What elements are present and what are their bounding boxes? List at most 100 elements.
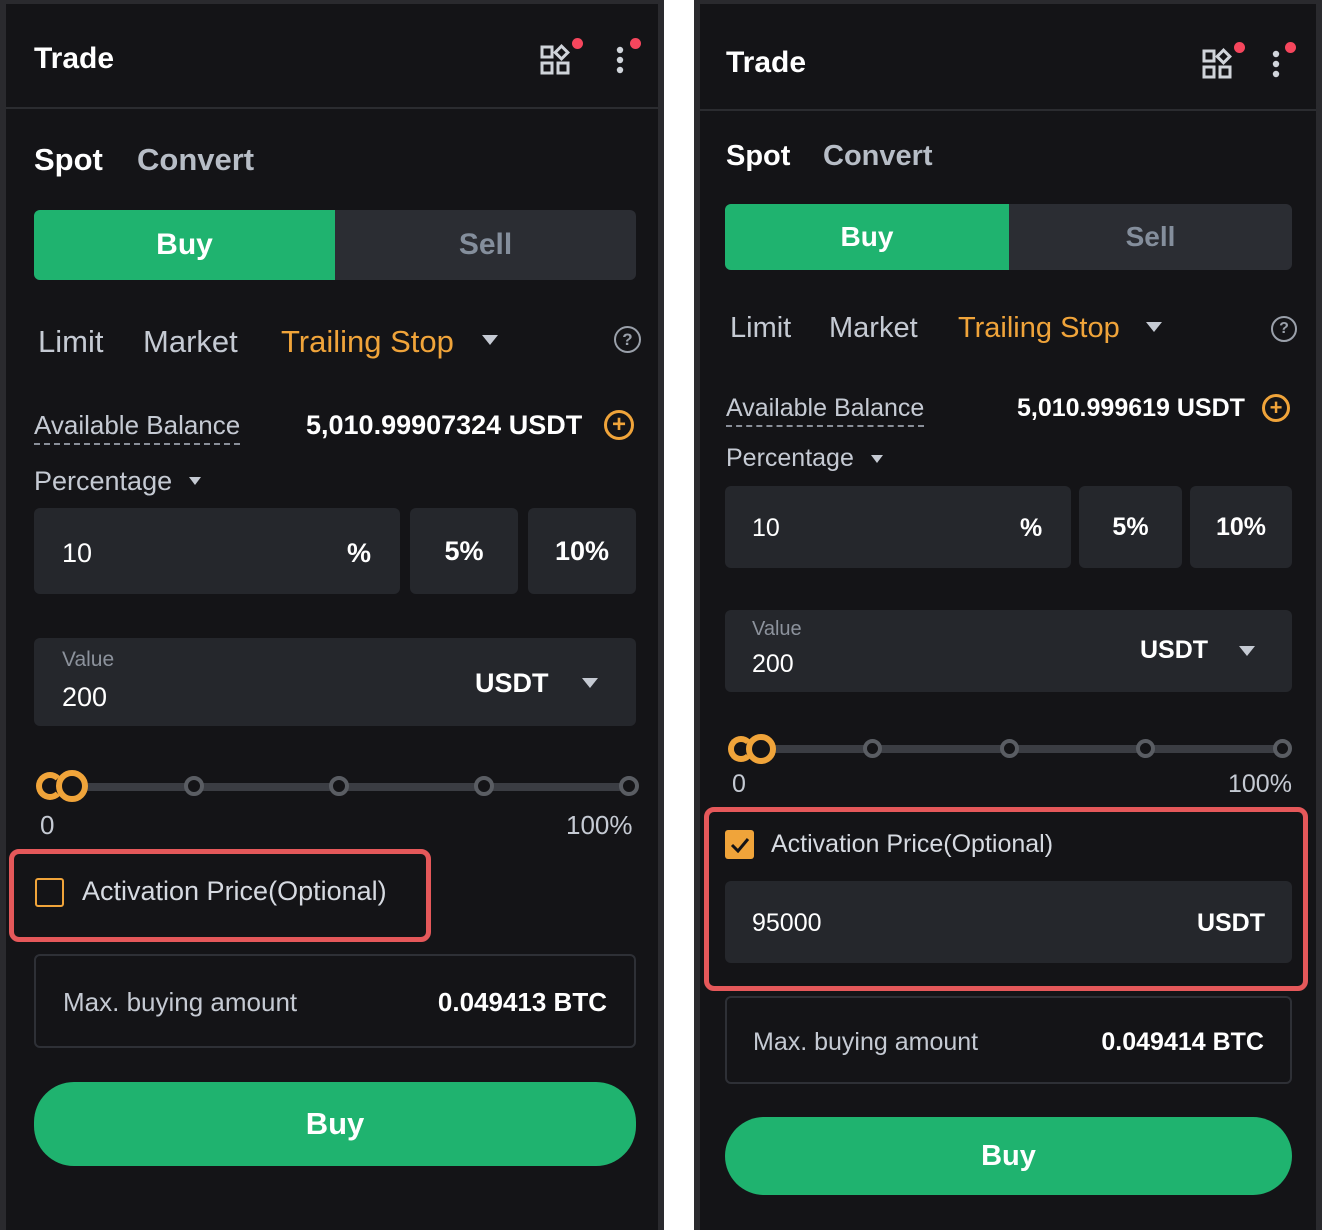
slider-stop-50[interactable]	[1000, 739, 1019, 758]
notification-dot	[572, 38, 583, 49]
percentage-input[interactable]: 10 %	[725, 486, 1071, 568]
max-buying-box: Max. buying amount 0.049414 BTC	[725, 996, 1292, 1084]
order-type-trailing-stop[interactable]: Trailing Stop	[281, 324, 454, 360]
value-label: Value	[62, 648, 115, 671]
slider-stop-100[interactable]	[619, 776, 639, 796]
activation-price-currency: USDT	[1196, 909, 1265, 937]
max-buying-value: 0.049414 BTC	[1101, 1028, 1264, 1056]
percentage-unit: %	[1020, 514, 1043, 542]
side-toggle: Buy Sell	[34, 210, 636, 280]
value-amount: 200	[62, 682, 108, 712]
available-balance-label[interactable]: Available Balance	[34, 410, 241, 445]
dropdown-caret-icon[interactable]	[1146, 322, 1162, 332]
order-type-limit[interactable]: Limit	[730, 312, 791, 345]
side-sell-button[interactable]: Sell	[1009, 204, 1292, 270]
notification-dot	[630, 38, 641, 49]
preset-5-percent-button[interactable]: 5%	[1079, 486, 1182, 568]
add-funds-icon[interactable]: +	[1262, 394, 1290, 422]
trade-panel-left: Trade Spot Convert Buy Sell Limit Market…	[0, 0, 664, 1230]
slider-stop-75[interactable]	[1136, 739, 1155, 758]
side-sell-button[interactable]: Sell	[335, 210, 636, 280]
buy-button[interactable]: Buy	[725, 1117, 1292, 1195]
preset-label: 10%	[1215, 512, 1267, 541]
notification-dot	[1234, 42, 1245, 53]
slider-min-label: 0	[40, 810, 55, 840]
percentage-dropdown[interactable]: Percentage	[726, 444, 854, 473]
preset-label: 10%	[554, 535, 610, 566]
percentage-input-value: 10	[62, 538, 93, 568]
max-buying-label: Max. buying amount	[753, 1028, 979, 1056]
more-vertical-icon[interactable]	[1270, 48, 1282, 82]
slider-min-label: 0	[732, 770, 746, 798]
percentage-unit: %	[347, 538, 372, 568]
trade-panel-right: Trade Spot Convert Buy Sell Limit Market…	[694, 0, 1322, 1230]
dropdown-caret-icon[interactable]	[189, 477, 201, 485]
side-buy-button[interactable]: Buy	[34, 210, 335, 280]
max-buying-box: Max. buying amount 0.049413 BTC	[34, 954, 636, 1048]
amount-slider-track[interactable]	[754, 745, 1288, 753]
header-divider	[6, 107, 658, 109]
order-type-market[interactable]: Market	[829, 312, 918, 345]
slider-max-label: 100%	[566, 810, 633, 840]
activation-price-checkbox[interactable]	[35, 878, 64, 907]
order-type-trailing-stop[interactable]: Trailing Stop	[958, 312, 1120, 345]
tab-spot[interactable]: Spot	[34, 142, 103, 178]
dropdown-caret-icon[interactable]	[1239, 646, 1255, 656]
dropdown-caret-icon[interactable]	[582, 678, 598, 688]
tab-spot[interactable]: Spot	[726, 140, 790, 173]
percentage-dropdown[interactable]: Percentage	[34, 466, 172, 497]
activation-price-value: 95000	[752, 909, 822, 937]
tab-convert[interactable]: Convert	[823, 140, 933, 173]
available-balance-value: 5,010.99907324 USDT	[306, 410, 583, 440]
value-input[interactable]: Value 200 USDT	[34, 638, 636, 726]
preset-label: 5%	[444, 535, 484, 566]
tab-convert[interactable]: Convert	[137, 142, 254, 178]
slider-stop-25[interactable]	[184, 776, 204, 796]
grid-apps-icon[interactable]	[1202, 48, 1236, 80]
grid-apps-icon[interactable]	[540, 44, 574, 76]
amount-slider-track[interactable]	[64, 783, 634, 791]
preset-5-percent-button[interactable]: 5%	[410, 508, 518, 594]
buy-button[interactable]: Buy	[34, 1082, 636, 1166]
add-funds-icon[interactable]: +	[604, 410, 634, 440]
help-icon[interactable]: ?	[1271, 316, 1297, 342]
activation-price-label[interactable]: Activation Price(Optional)	[771, 830, 1053, 859]
order-type-limit[interactable]: Limit	[38, 324, 103, 360]
side-toggle: Buy Sell	[725, 204, 1292, 270]
value-input[interactable]: Value 200 USDT	[725, 610, 1292, 692]
slider-handle[interactable]	[746, 734, 776, 764]
slider-stop-75[interactable]	[474, 776, 494, 796]
value-amount: 200	[752, 650, 794, 678]
preset-label: 5%	[1112, 512, 1149, 541]
dropdown-caret-icon[interactable]	[871, 455, 883, 463]
preset-10-percent-button[interactable]: 10%	[528, 508, 636, 594]
currency-select[interactable]: USDT	[475, 668, 549, 699]
help-icon[interactable]: ?	[614, 326, 641, 353]
max-buying-value: 0.049413 BTC	[437, 987, 607, 1017]
more-vertical-icon[interactable]	[614, 44, 626, 78]
slider-stop-50[interactable]	[329, 776, 349, 796]
dropdown-caret-icon[interactable]	[482, 335, 498, 345]
percentage-input-value: 10	[752, 514, 780, 542]
preset-10-percent-button[interactable]: 10%	[1190, 486, 1292, 568]
side-buy-button[interactable]: Buy	[725, 204, 1009, 270]
activation-price-checkbox[interactable]	[725, 830, 754, 859]
max-buying-label: Max. buying amount	[63, 987, 298, 1017]
slider-handle[interactable]	[56, 770, 88, 802]
activation-price-input[interactable]: 95000 USDT	[725, 881, 1292, 963]
slider-stop-100[interactable]	[1273, 739, 1292, 758]
page-title: Trade	[34, 42, 115, 75]
page-title: Trade	[726, 46, 807, 79]
checkmark-icon	[730, 837, 749, 853]
available-balance-label[interactable]: Available Balance	[726, 394, 925, 427]
available-balance-value: 5,010.999619 USDT	[1017, 394, 1245, 422]
value-label: Value	[752, 618, 802, 640]
notification-dot	[1285, 42, 1296, 53]
header-divider	[700, 109, 1316, 111]
slider-stop-25[interactable]	[863, 739, 882, 758]
slider-max-label: 100%	[1228, 770, 1292, 798]
currency-select[interactable]: USDT	[1140, 636, 1208, 665]
order-type-market[interactable]: Market	[143, 324, 238, 360]
activation-price-label[interactable]: Activation Price(Optional)	[82, 876, 387, 907]
percentage-input[interactable]: 10 %	[34, 508, 400, 594]
